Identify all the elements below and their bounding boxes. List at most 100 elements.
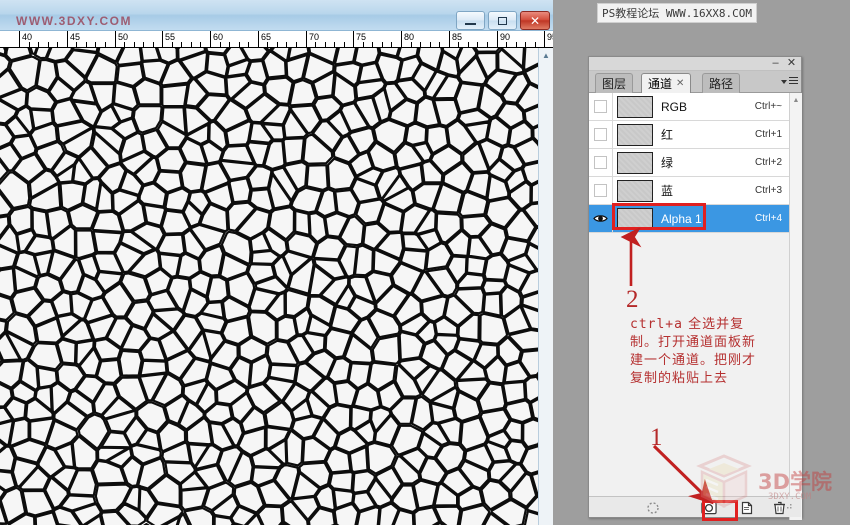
ruler-tick-minor bbox=[439, 42, 440, 47]
texture-cell bbox=[502, 380, 527, 405]
ruler-tick-minor bbox=[372, 42, 373, 47]
ruler-tick-minor bbox=[153, 42, 154, 47]
ruler-tick-minor bbox=[391, 42, 392, 47]
ruler-tick-minor bbox=[382, 42, 383, 47]
channel-thumbnail bbox=[617, 123, 653, 146]
ruler-label: 75 bbox=[356, 32, 367, 42]
ruler-tick-major bbox=[162, 31, 163, 47]
ruler-tick-minor bbox=[124, 42, 125, 47]
ruler-tick-major bbox=[401, 31, 402, 47]
ruler-tick-minor bbox=[48, 42, 49, 47]
texture-cell bbox=[276, 315, 298, 342]
tab-close-icon[interactable]: ✕ bbox=[676, 78, 684, 89]
ruler-tick-major bbox=[115, 31, 116, 47]
resize-grip[interactable] bbox=[785, 503, 793, 511]
ruler-tick-minor bbox=[468, 42, 469, 47]
ruler-tick-minor bbox=[315, 42, 316, 47]
panel-close-button[interactable]: ✕ bbox=[785, 57, 798, 70]
document-vertical-scrollbar[interactable]: ▲ bbox=[538, 48, 553, 525]
channel-shortcut-label: Ctrl+2 bbox=[755, 157, 782, 168]
texture-cell bbox=[465, 255, 487, 276]
panel-titlebar[interactable]: – ✕ bbox=[589, 57, 801, 71]
channel-name-label: RGB bbox=[661, 99, 688, 114]
channel-visibility-toggle[interactable] bbox=[589, 120, 613, 149]
annotation-step-2-number: 2 bbox=[626, 286, 639, 313]
channel-name-label: 绿 bbox=[661, 156, 674, 170]
channel-row[interactable]: 蓝 Ctrl+3 bbox=[589, 176, 789, 205]
canvas-texture-area[interactable] bbox=[0, 48, 538, 525]
ruler-tick-major bbox=[306, 31, 307, 47]
image-document-window: WWW.3DXY.COM ✕ 40 45 50 55 60 65 70 75 80 85 90 95 bbox=[0, 0, 553, 525]
texture-cell bbox=[522, 418, 538, 449]
new-page-icon bbox=[741, 501, 753, 514]
trash-icon bbox=[773, 501, 785, 514]
document-titlebar[interactable]: WWW.3DXY.COM ✕ bbox=[0, 0, 553, 31]
ruler-tick-minor bbox=[296, 42, 297, 47]
window-maximize-button[interactable] bbox=[488, 11, 517, 30]
ruler-tick-minor bbox=[325, 42, 326, 47]
texture-cell bbox=[161, 83, 189, 108]
texture-cell bbox=[483, 253, 509, 281]
channel-row[interactable]: 红 Ctrl+1 bbox=[589, 120, 789, 149]
tab-layers-label: 图层 bbox=[602, 77, 627, 91]
voronoi-texture bbox=[0, 48, 538, 525]
channel-row[interactable]: 绿 Ctrl+2 bbox=[589, 148, 789, 177]
tab-channels[interactable]: 通道 ✕ bbox=[641, 73, 692, 93]
panel-menu-icon[interactable] bbox=[778, 74, 798, 89]
annotation-highlight-alpha-channel bbox=[612, 203, 706, 230]
annotation-step-1-number: 1 bbox=[650, 424, 663, 451]
channel-shortcut-label: Ctrl+4 bbox=[755, 213, 782, 224]
ruler-label: 50 bbox=[118, 32, 129, 42]
channel-row[interactable]: RGB Ctrl+~ bbox=[589, 92, 789, 121]
texture-cell bbox=[256, 505, 284, 525]
eye-icon-empty bbox=[594, 100, 607, 113]
eye-icon bbox=[593, 215, 608, 222]
ruler-tick-minor bbox=[516, 42, 517, 47]
ruler-tick-minor bbox=[487, 42, 488, 47]
texture-cell bbox=[118, 349, 143, 377]
new-channel-button[interactable] bbox=[739, 500, 755, 515]
texture-cell bbox=[454, 81, 483, 114]
ruler-tick-minor bbox=[248, 42, 249, 47]
ruler-tick-major bbox=[497, 31, 498, 47]
ruler-tick-major bbox=[19, 31, 20, 47]
panel-scroll-up-icon[interactable]: ▲ bbox=[790, 94, 802, 106]
window-minimize-button[interactable] bbox=[456, 11, 485, 30]
channel-visibility-toggle[interactable] bbox=[589, 204, 613, 233]
tab-paths[interactable]: 路径 bbox=[702, 73, 741, 93]
texture-cell bbox=[206, 276, 229, 303]
document-title: WWW.3DXY.COM bbox=[16, 14, 132, 28]
texture-cell bbox=[524, 375, 538, 403]
channel-visibility-toggle[interactable] bbox=[589, 92, 613, 121]
ruler-tick-minor bbox=[239, 42, 240, 47]
texture-cell bbox=[353, 244, 374, 277]
texture-cell bbox=[404, 122, 428, 146]
ruler-tick-minor bbox=[277, 42, 278, 47]
ruler-tick-minor bbox=[76, 42, 77, 47]
eye-icon-empty bbox=[594, 184, 607, 197]
channel-visibility-toggle[interactable] bbox=[589, 148, 613, 177]
ruler-label: 45 bbox=[70, 32, 81, 42]
annotation-text-segment: 全选并 bbox=[682, 317, 731, 332]
window-close-button[interactable]: ✕ bbox=[520, 11, 550, 30]
scroll-up-icon[interactable]: ▲ bbox=[539, 48, 553, 62]
panel-vertical-scrollbar[interactable]: ▲ bbox=[789, 93, 802, 520]
texture-cell bbox=[183, 506, 215, 525]
texture-cell bbox=[294, 209, 311, 237]
texture-cell bbox=[328, 470, 354, 492]
ruler-label: 85 bbox=[452, 32, 463, 42]
horizontal-ruler[interactable]: 40 45 50 55 60 65 70 75 80 85 90 95 bbox=[0, 31, 553, 48]
ruler-tick-major bbox=[258, 31, 259, 47]
ruler-label: 80 bbox=[404, 32, 415, 42]
texture-cell bbox=[179, 162, 207, 193]
ruler-tick-minor bbox=[181, 42, 182, 47]
ruler-tick-minor bbox=[134, 42, 135, 47]
annotation-text-segment: ctrl+a bbox=[630, 317, 683, 332]
ruler-label: 65 bbox=[261, 32, 272, 42]
ruler-tick-minor bbox=[143, 42, 144, 47]
channel-visibility-toggle[interactable] bbox=[589, 176, 613, 205]
panel-minimize-button[interactable]: – bbox=[769, 57, 782, 70]
ruler-label: 95 bbox=[547, 32, 553, 42]
channel-shortcut-label: Ctrl+1 bbox=[755, 129, 782, 140]
tab-layers[interactable]: 图层 bbox=[595, 73, 634, 93]
